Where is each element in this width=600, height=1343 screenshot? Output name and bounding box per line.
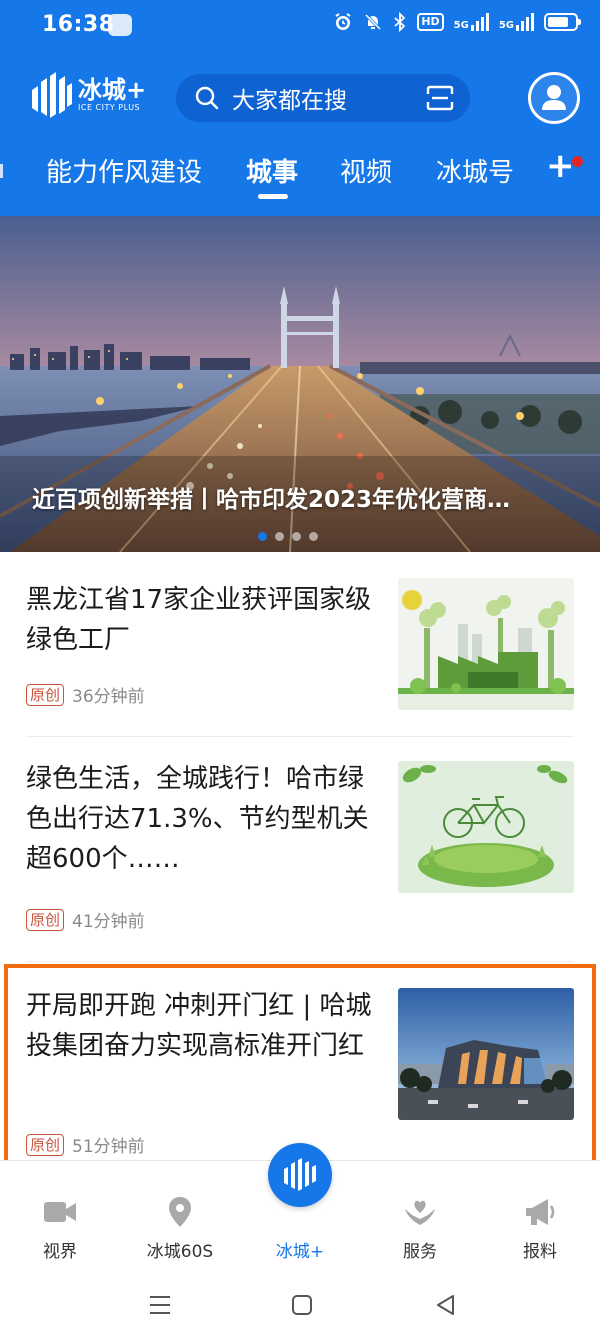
- tab-nengli-zuofeng[interactable]: 能力作风建设: [46, 152, 202, 189]
- nav-label: 冰城+: [275, 1242, 325, 1262]
- signal-5g-1-icon: 5G: [454, 13, 489, 31]
- nav-shijie[interactable]: 视界: [0, 1161, 120, 1271]
- search-icon: [195, 86, 219, 110]
- banner-title[interactable]: 近百项创新举措丨哈市印发2023年优化营商…: [32, 480, 572, 514]
- news-title: 绿色生活，全城践行！哈市绿色出行达71.3%、节约型机关超600个……: [26, 764, 369, 874]
- active-tab-indicator: [258, 194, 288, 199]
- center-home-button[interactable]: [268, 1143, 332, 1207]
- carousel-dot: [258, 532, 267, 541]
- nav-bingcheng-plus[interactable]: 冰城+: [240, 1143, 360, 1271]
- app-logo[interactable]: 冰城+ ICE CITY PLUS: [28, 72, 146, 118]
- signal-5g-2-icon: 5G: [499, 13, 534, 31]
- menu-icon[interactable]: [148, 1294, 172, 1316]
- news-meta: 原创 41分钟前: [26, 907, 145, 932]
- nav-baoliao[interactable]: 报料: [480, 1161, 600, 1271]
- nav-label: 报料: [523, 1242, 557, 1262]
- search-placeholder: 大家都在搜: [232, 88, 347, 114]
- news-time: 36分钟前: [72, 687, 145, 707]
- banner-carousel[interactable]: 近百项创新举措丨哈市印发2023年优化营商…: [0, 216, 600, 552]
- home-icon[interactable]: [290, 1294, 314, 1316]
- tab-bingchenghao[interactable]: 冰城号: [436, 152, 514, 189]
- signal-2-label: 5G: [498, 20, 514, 31]
- nav-bingcheng-60s[interactable]: 冰城60S: [120, 1161, 240, 1271]
- original-tag: 原创: [26, 908, 65, 931]
- nav-label: 视界: [43, 1242, 77, 1262]
- carousel-dot: [309, 532, 318, 541]
- carousel-dot: [292, 532, 301, 541]
- green-factory-thumbnail: [398, 578, 574, 710]
- news-meta: 原创 36分钟前: [26, 682, 145, 707]
- bottom-navigation: 视界 冰城60S 冰城+ 服务 报料: [0, 1143, 600, 1271]
- bluetooth-icon: [394, 12, 406, 32]
- notification-dot: [572, 156, 583, 167]
- battery-icon: [544, 13, 581, 31]
- tab-scroll-edge: [0, 164, 3, 178]
- status-time: 16:38: [42, 12, 115, 37]
- scan-icon[interactable]: [426, 85, 454, 111]
- add-channel-button[interactable]: +: [546, 146, 575, 186]
- logo-subtitle: ICE CITY PLUS: [78, 103, 141, 112]
- mute-bell-icon: [365, 13, 382, 31]
- tab-chengshi[interactable]: 城事: [246, 152, 298, 189]
- megaphone-icon: [526, 1199, 555, 1225]
- channel-tabs: 能力作风建设 城事 视频 冰城号 +: [0, 142, 600, 204]
- video-camera-icon: [44, 1202, 76, 1222]
- bicycle-thumbnail: [398, 761, 574, 893]
- status-icons: HD 5G 5G: [333, 12, 581, 32]
- nav-label: 服务: [403, 1242, 437, 1262]
- tab-shipin[interactable]: 视频: [340, 152, 392, 189]
- ice-city-logo-icon: [284, 1158, 316, 1191]
- original-tag: 原创: [26, 683, 65, 706]
- app-notification-icon: [108, 14, 132, 36]
- news-title: 黑龙江省17家企业获评国家级绿色工厂: [26, 585, 372, 655]
- nav-label: 冰城60S: [146, 1242, 214, 1262]
- news-item[interactable]: 绿色生活，全城践行！哈市绿色出行达71.3%、节约型机关超600个…… 原创 4…: [0, 737, 600, 961]
- divider: [26, 961, 574, 962]
- logo-name: 冰城+: [78, 76, 147, 104]
- alarm-icon: [335, 13, 351, 30]
- highlight-box: [4, 964, 596, 1166]
- user-icon: [542, 85, 566, 110]
- back-icon[interactable]: [434, 1294, 458, 1316]
- news-item[interactable]: 黑龙江省17家企业获评国家级绿色工厂 原创 36分钟前: [0, 552, 600, 736]
- carousel-indicator: [258, 532, 318, 541]
- hd-badge: HD: [417, 13, 444, 31]
- ice-city-logo-icon: [32, 72, 72, 118]
- system-navigation-bar: [0, 1270, 600, 1343]
- signal-1-label: 5G: [453, 20, 469, 31]
- app-header: 16:38 HD 5G 5G 冰城+ ICE CITY PLUS 大家都在搜 能…: [0, 0, 600, 216]
- news-time: 41分钟前: [72, 912, 145, 932]
- heart-hands-icon: [405, 1200, 435, 1225]
- search-bar[interactable]: 大家都在搜: [176, 74, 470, 122]
- carousel-dot: [275, 532, 284, 541]
- news-list: 黑龙江省17家企业获评国家级绿色工厂 原创 36分钟前 绿色生活，全城践行！哈市…: [0, 552, 600, 1166]
- user-avatar-button[interactable]: [528, 72, 580, 124]
- location-pin-icon: [169, 1197, 191, 1227]
- nav-fuwu[interactable]: 服务: [360, 1161, 480, 1271]
- status-bar: 16:38 HD 5G 5G: [0, 0, 600, 52]
